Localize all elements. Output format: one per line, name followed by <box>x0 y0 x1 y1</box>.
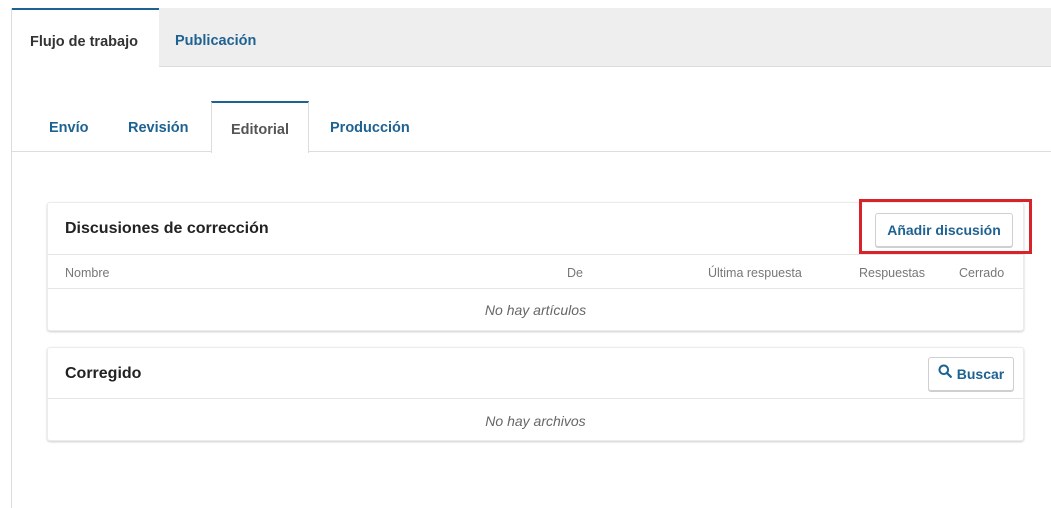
left-border <box>11 8 12 508</box>
panel-header: Corregido Buscar <box>48 348 1023 399</box>
workflow-stage-tabs: Envío Revisión Editorial Producción <box>12 101 1051 153</box>
top-tab-bar: Flujo de trabajo Publicación <box>12 8 1051 68</box>
panel-header: Discusiones de corrección Añadir discusi… <box>48 203 1023 255</box>
tab-editorial[interactable]: Editorial <box>211 101 309 153</box>
column-last-reply: Última respuesta <box>708 266 802 280</box>
tab-workflow[interactable]: Flujo de trabajo <box>12 8 159 68</box>
tab-publication-label: Publicación <box>175 33 257 49</box>
column-closed: Cerrado <box>959 266 1005 280</box>
column-name: Nombre <box>65 266 110 280</box>
tab-submission[interactable]: Envío <box>49 101 88 152</box>
tab-editorial-label: Editorial <box>230 122 289 138</box>
add-discussion-button[interactable]: Añadir discusión <box>875 213 1013 247</box>
search-button[interactable]: Buscar <box>928 357 1014 391</box>
column-replies: Respuestas <box>859 266 926 280</box>
tab-publication[interactable]: Publicación <box>175 8 256 67</box>
panel-title: Discusiones de corrección <box>65 220 269 237</box>
panel-title: Corregido <box>65 365 142 382</box>
tab-review-label: Revisión <box>128 120 189 136</box>
tab-production-label: Producción <box>330 120 410 136</box>
tab-submission-label: Envío <box>49 120 89 136</box>
tab-review[interactable]: Revisión <box>128 101 188 152</box>
search-icon <box>938 357 952 389</box>
copyedited-files-panel: Corregido Buscar No hay archivos <box>47 347 1024 441</box>
table-header-row: Nombre De Última respuesta Respuestas Ce… <box>48 256 1023 289</box>
empty-message: No hay archivos <box>485 413 586 429</box>
search-button-label: Buscar <box>956 366 1005 382</box>
tab-production[interactable]: Producción <box>330 101 410 152</box>
copyediting-discussions-panel: Discusiones de corrección Añadir discusi… <box>47 202 1024 331</box>
column-from: De <box>567 266 583 280</box>
empty-message: No hay artículos <box>484 302 587 318</box>
tab-workflow-label: Flujo de trabajo <box>30 34 138 50</box>
